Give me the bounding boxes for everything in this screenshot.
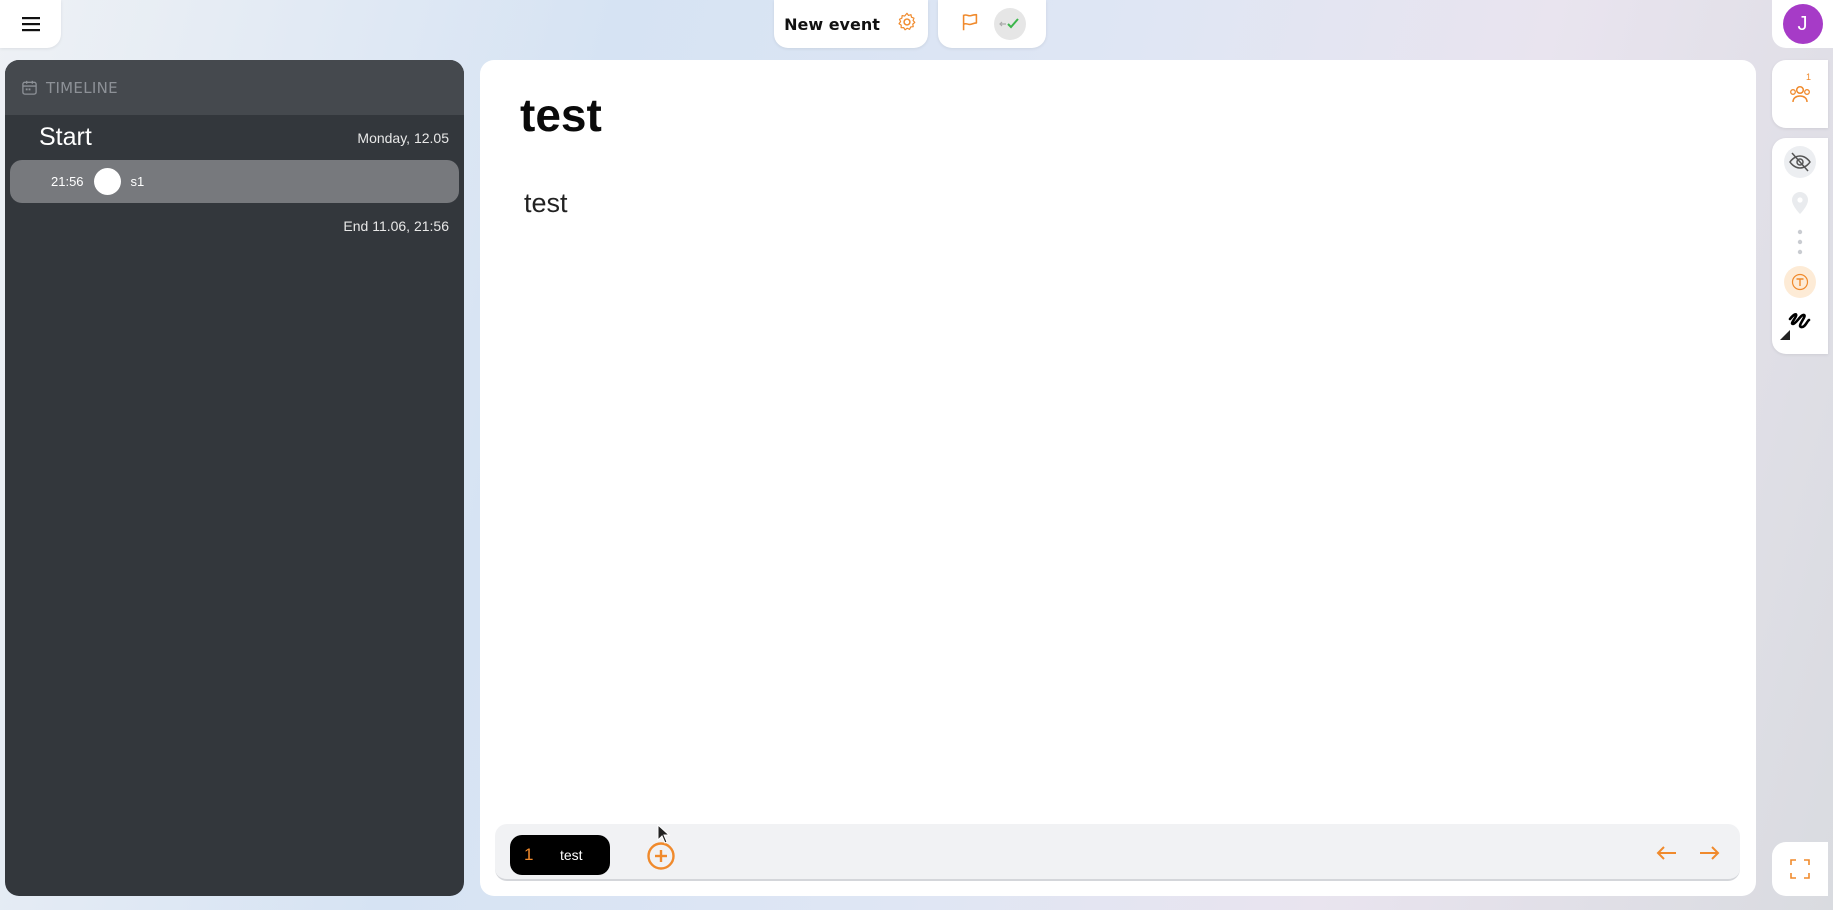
timeline-step[interactable]: 21:56 s1	[10, 160, 459, 203]
step-label: s1	[130, 174, 145, 189]
arrow-left-icon	[1656, 846, 1676, 860]
more-button[interactable]	[1784, 226, 1816, 258]
check-icon	[998, 18, 1019, 29]
mouse-cursor-icon	[657, 824, 671, 844]
slide-editor: test test 1 test	[480, 60, 1756, 896]
slide-body[interactable]: test	[524, 188, 568, 219]
event-title[interactable]: New event	[784, 15, 880, 34]
add-slide-button[interactable]	[645, 840, 677, 872]
start-date: Monday, 12.05	[357, 129, 449, 146]
participants-icon	[1790, 85, 1810, 103]
flag-icon	[962, 13, 977, 31]
next-slide-button[interactable]	[1697, 842, 1721, 864]
timeline-start-row: Start Monday, 12.05	[5, 115, 464, 160]
step-marker	[93, 168, 121, 195]
text-tool-button[interactable]	[1784, 266, 1816, 298]
participants-badge: 1	[1806, 72, 1812, 82]
settings-button[interactable]	[896, 11, 918, 37]
status-pill	[938, 0, 1046, 48]
slide-number: 1	[524, 845, 534, 864]
flag-button[interactable]	[959, 11, 981, 37]
fullscreen-button[interactable]	[1772, 842, 1828, 896]
corner-indicator-icon	[1780, 330, 1790, 340]
sync-check-button[interactable]	[993, 8, 1026, 40]
menu-button[interactable]	[0, 0, 61, 48]
menu-icon	[21, 17, 40, 32]
previous-slide-button[interactable]	[1655, 842, 1679, 864]
avatar[interactable]: J	[1782, 4, 1823, 44]
timeline-header: TIMELINE	[5, 60, 464, 115]
slide-tab[interactable]: 1 test	[510, 835, 610, 875]
settings-gear-icon	[898, 12, 916, 31]
event-title-pill[interactable]: New event	[774, 0, 928, 48]
participants-button[interactable]: 1	[1772, 60, 1828, 128]
location-pin-icon	[1792, 192, 1808, 214]
slide-strip: 1 test	[495, 824, 1740, 881]
location-button[interactable]	[1784, 186, 1816, 218]
draw-icon	[1788, 313, 1811, 329]
more-vertical-icon	[1797, 229, 1803, 255]
start-title: Start	[39, 123, 92, 151]
fullscreen-icon	[1790, 859, 1810, 879]
timeline-title: TIMELINE	[46, 78, 118, 97]
step-time: 21:56	[51, 174, 84, 189]
timeline-sidebar: TIMELINE Start Monday, 12.05 21:56 s1 En…	[5, 60, 464, 896]
visibility-button[interactable]	[1784, 146, 1816, 178]
user-menu[interactable]: J	[1772, 0, 1833, 48]
arrow-right-icon	[1700, 846, 1720, 860]
text-icon	[1791, 273, 1809, 291]
add-circle-icon	[647, 842, 675, 870]
tool-rail	[1772, 138, 1828, 354]
calendar-icon	[22, 80, 37, 95]
timeline-end: End 11.06, 21:56	[343, 218, 449, 234]
slide-name: test	[560, 847, 583, 863]
eye-off-icon	[1789, 152, 1811, 172]
slide-title[interactable]: test	[520, 88, 602, 142]
